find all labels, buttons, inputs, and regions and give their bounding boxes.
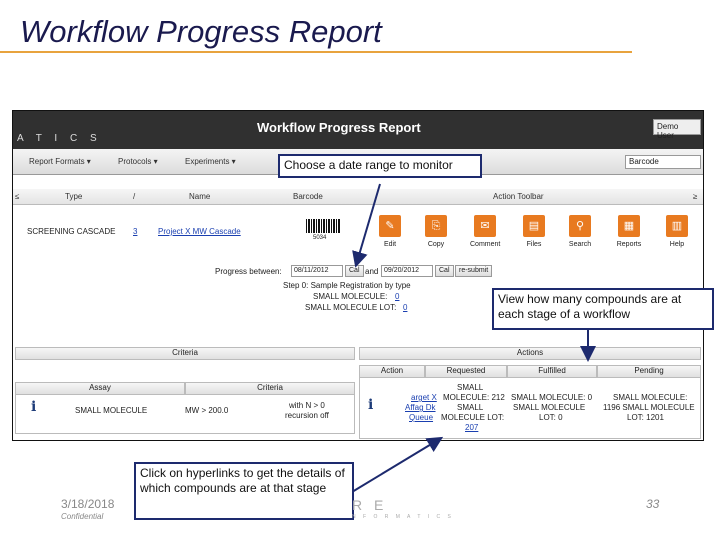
- footer-logo: R E: [352, 497, 388, 513]
- footer-logo-sub: N F O R M A T I C S: [352, 514, 454, 520]
- arrow-hyperlinks: [351, 436, 444, 493]
- callout-arrows: [351, 183, 596, 493]
- footer-confidential: Confidential: [61, 512, 104, 521]
- footer-date: 3/18/2018: [61, 497, 115, 511]
- callout-hyperlinks: Click on hyperlinks to get the details o…: [134, 462, 354, 520]
- callout-compounds: View how many compounds are at each stag…: [492, 288, 714, 330]
- arrow-date-range: [352, 183, 381, 268]
- page-number: 33: [646, 497, 660, 511]
- callout-date-range: Choose a date range to monitor: [278, 154, 482, 178]
